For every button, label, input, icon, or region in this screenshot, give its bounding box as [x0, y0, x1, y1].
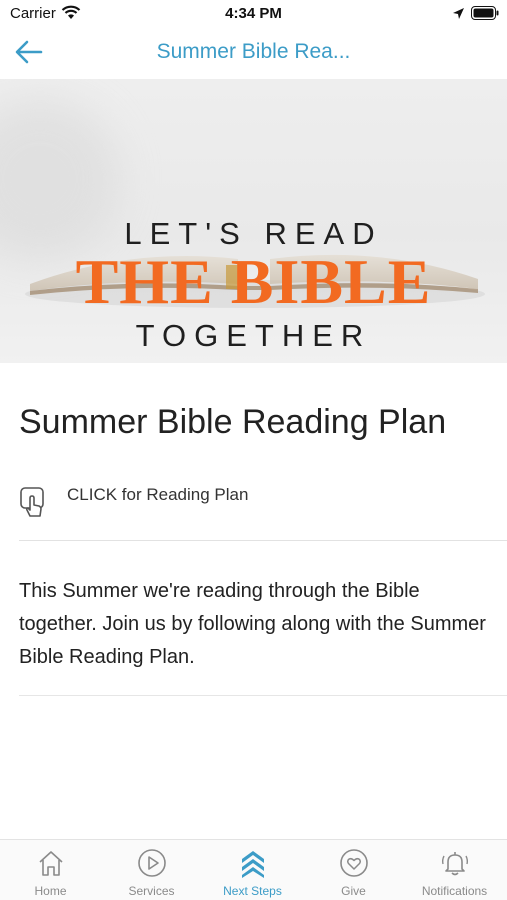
tap-finger-icon [20, 487, 44, 517]
tab-services-label: Services [128, 884, 175, 898]
navigation-bar: Summer Bible Rea... [0, 28, 507, 78]
divider [19, 540, 507, 541]
tab-notifications[interactable]: Notifications [404, 840, 505, 900]
back-button[interactable] [14, 39, 48, 67]
tab-next-steps[interactable]: Next Steps [202, 840, 303, 900]
tab-home-label: Home [34, 884, 67, 898]
status-time: 4:34 PM [225, 5, 282, 22]
tab-notifications-label: Notifications [421, 884, 488, 898]
bell-icon [441, 852, 468, 876]
tab-next-steps-label: Next Steps [223, 884, 282, 898]
description-text: This Summer we're reading through the Bi… [19, 580, 486, 668]
hero-text-line2: THE BIBLE [75, 246, 432, 317]
page-title: Summer Bible Reading Plan [19, 403, 447, 441]
nav-title: Summer Bible Rea... [156, 40, 351, 63]
location-arrow-icon [453, 8, 464, 19]
hero-banner-image: LET'S READ THE BIBLE TOGETHER [0, 79, 507, 363]
back-arrow-icon [15, 40, 43, 64]
heart-icon [339, 849, 368, 877]
tab-give-label: Give [341, 884, 366, 898]
status-bar: Carrier 4:34 PM [0, 0, 507, 28]
play-icon [137, 849, 166, 877]
reading-plan-link-label: CLICK for Reading Plan [67, 485, 249, 504]
chevrons-up-icon [241, 851, 264, 878]
tab-home[interactable]: Home [0, 840, 101, 900]
hero-text-line3: TOGETHER [135, 318, 372, 353]
reading-plan-link[interactable]: CLICK for Reading Plan [19, 476, 507, 540]
tab-bar: Home Services Next Steps Give Notificati… [0, 839, 507, 900]
tab-services[interactable]: Services [101, 840, 202, 900]
battery-icon [471, 6, 499, 20]
home-icon [38, 851, 63, 876]
tab-give[interactable]: Give [303, 840, 404, 900]
divider [19, 695, 507, 696]
